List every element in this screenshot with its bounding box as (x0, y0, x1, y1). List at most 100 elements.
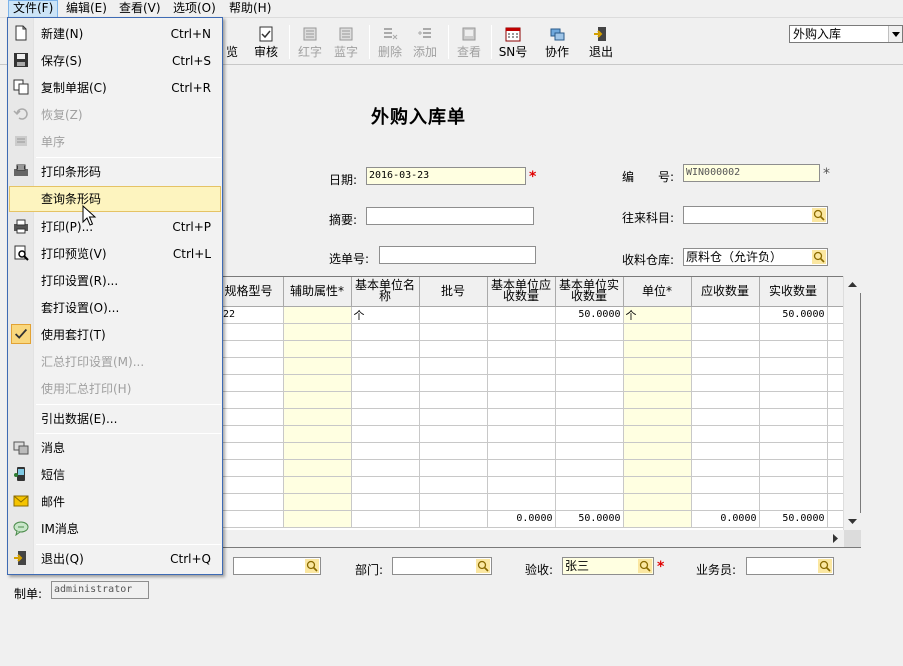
audit-button[interactable]: 审核 (246, 23, 286, 63)
account-field[interactable] (683, 206, 828, 224)
menu-item-sequence[interactable]: 单序 (9, 129, 221, 155)
scroll-corner (844, 530, 861, 547)
add-row-icon (418, 28, 431, 38)
table-row[interactable] (151, 408, 845, 426)
table-row[interactable] (151, 459, 845, 477)
lookup-icon[interactable] (305, 559, 319, 573)
menu-item-exit[interactable]: 退出(Q) Ctrl+Q (9, 546, 221, 572)
chevron-down-icon[interactable] (888, 26, 902, 42)
menu-item-print-barcode[interactable]: 打印条形码 (9, 159, 221, 185)
cell[interactable] (691, 306, 760, 324)
cell[interactable]: 个 (351, 306, 420, 324)
table-row[interactable] (151, 476, 845, 494)
warehouse-label: 收料仓库: (622, 253, 675, 267)
menu-item-sms[interactable]: 短信 (9, 462, 221, 488)
table-row[interactable] (151, 442, 845, 460)
menu-item-email[interactable]: 邮件 (9, 489, 221, 515)
menu-options[interactable]: 选项(O) (169, 0, 220, 18)
cell[interactable] (419, 306, 488, 324)
add-button[interactable]: 添加 (405, 23, 445, 63)
select-no-field[interactable] (379, 246, 536, 264)
vertical-scrollbar[interactable] (843, 276, 861, 530)
barcode-printer-icon (14, 164, 28, 176)
menu-help[interactable]: 帮助(H) (225, 0, 275, 18)
table-row[interactable] (151, 493, 845, 511)
table-row[interactable] (151, 425, 845, 443)
unlabeled-lookup-field[interactable] (233, 557, 321, 575)
table-row[interactable] (151, 357, 845, 375)
lookup-icon[interactable] (638, 559, 652, 573)
col-header-aux[interactable]: 辅助属性* (283, 277, 352, 307)
col-header-received-qty[interactable]: 实收数量 (759, 277, 828, 307)
summary-field[interactable] (366, 207, 534, 225)
col-header-base-received[interactable]: 基本单位实收数量 (555, 277, 624, 307)
exit-button[interactable]: 退出 (581, 23, 621, 63)
printer-icon (14, 219, 28, 234)
menu-item-restore[interactable]: 恢复(Z) (9, 102, 221, 128)
number-label: 编 号: (622, 170, 675, 184)
cell[interactable]: 50.0000 (555, 306, 624, 324)
col-header-base-due[interactable]: 基本单位应收数量 (487, 277, 556, 307)
view-button[interactable]: 查看 (449, 23, 489, 63)
sn-calendar-icon (505, 27, 521, 42)
col-header-unit[interactable]: 单位* (623, 277, 692, 307)
lookup-icon[interactable] (476, 559, 490, 573)
warehouse-value: 原料仓（允许负） (686, 250, 783, 264)
total-cell: 50.0000 (759, 509, 828, 528)
table-row[interactable] (151, 391, 845, 409)
exit-door-icon (14, 551, 26, 565)
department-field[interactable] (392, 557, 492, 575)
col-header-base-unit[interactable]: 基本单位名称 (351, 277, 420, 307)
menu-item-summary-print-settings[interactable]: 汇总打印设置(M)... (9, 349, 221, 375)
menu-item-copy[interactable]: 复制单据(C) Ctrl+R (9, 75, 221, 101)
cell[interactable]: 50.0000 (759, 306, 828, 324)
blue-doc-icon (339, 27, 353, 41)
menu-item-export-data[interactable]: 引出数据(E)... (9, 406, 221, 432)
menu-item-use-template[interactable]: 使用套打(T) (9, 322, 221, 348)
total-cell: 0.0000 (691, 509, 760, 528)
table-row[interactable] (151, 340, 845, 358)
red-invoice-button[interactable]: 红字 (290, 23, 330, 63)
menu-item-message[interactable]: 消息 (9, 435, 221, 461)
collaborate-button[interactable]: 协作 (537, 23, 577, 63)
scroll-down-icon[interactable] (844, 513, 861, 530)
scroll-right-icon[interactable] (827, 530, 844, 547)
horizontal-scrollbar[interactable] (150, 530, 861, 547)
lookup-icon[interactable] (812, 250, 826, 264)
menu-item-save[interactable]: 保存(S) Ctrl+S (9, 48, 221, 74)
cell[interactable] (283, 306, 352, 324)
scroll-up-icon[interactable] (844, 276, 861, 293)
view-icon (462, 27, 476, 41)
col-header-batch[interactable]: 批号 (419, 277, 488, 307)
number-field[interactable]: WIN000002 (683, 164, 820, 182)
menu-item-new[interactable]: 新建(N) Ctrl+N (9, 21, 221, 47)
menu-item-print-preview[interactable]: 打印预览(V) Ctrl+L (9, 241, 221, 267)
menu-item-query-barcode[interactable]: 查询条形码 (9, 186, 221, 212)
date-field[interactable]: 2016-03-23 (366, 167, 526, 185)
table-row[interactable] (151, 323, 845, 341)
lookup-icon[interactable] (812, 208, 826, 222)
table-row[interactable]: 22 个 50.0000 个 50.0000 (151, 306, 845, 324)
table-row[interactable] (151, 374, 845, 392)
cell[interactable]: 个 (623, 306, 692, 324)
doc-type-select[interactable]: 外购入库 (789, 25, 903, 43)
lookup-icon[interactable] (818, 559, 832, 573)
menu-item-print-settings[interactable]: 打印设置(R)... (9, 268, 221, 294)
blue-invoice-button[interactable]: 蓝字 (326, 23, 366, 63)
menu-separator (36, 157, 221, 158)
col-header-filler (827, 277, 845, 307)
inspector-field[interactable]: 张三 (562, 557, 654, 575)
sn-button[interactable]: SN号 (493, 23, 533, 63)
col-header-due-qty[interactable]: 应收数量 (691, 277, 760, 307)
cell[interactable] (487, 306, 556, 324)
warehouse-field[interactable]: 原料仓（允许负） (683, 248, 828, 266)
menu-edit[interactable]: 编辑(E) (62, 0, 111, 18)
menu-view[interactable]: 查看(V) (115, 0, 165, 18)
menu-item-print[interactable]: 打印(P)... Ctrl+P (9, 214, 221, 240)
salesman-field[interactable] (746, 557, 834, 575)
menu-item-im-message[interactable]: IM消息 (9, 516, 221, 542)
menu-item-use-summary-print[interactable]: 使用汇总打印(H) (9, 376, 221, 402)
menu-file[interactable]: 文件(F) (8, 0, 59, 18)
delete-button[interactable]: 删除 (370, 23, 410, 63)
menu-item-template-settings[interactable]: 套打设置(O)... (9, 295, 221, 321)
